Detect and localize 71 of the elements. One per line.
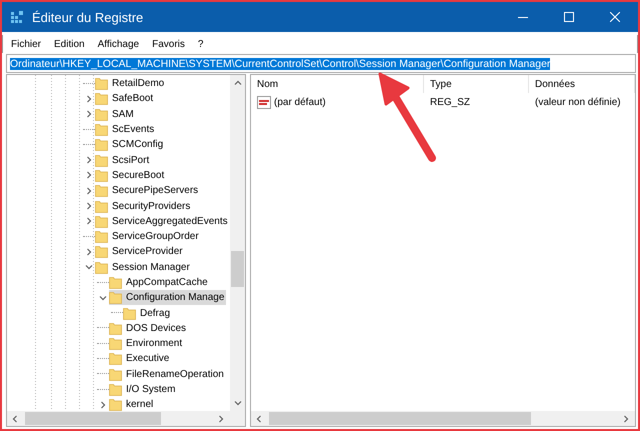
folder-icon	[95, 245, 108, 258]
tree-item[interactable]: SecurePipeServers	[95, 183, 200, 198]
tree-item[interactable]: kernel	[109, 397, 156, 411]
chevron-right-icon[interactable]	[99, 400, 107, 409]
tree-item[interactable]: SCMConfig	[95, 137, 166, 152]
tree-item[interactable]: I/O System	[109, 382, 178, 398]
scroll-left-icon[interactable]	[11, 414, 19, 422]
column-header[interactable]: Type	[424, 75, 529, 93]
close-icon	[610, 12, 620, 22]
menu-item[interactable]: Favoris	[152, 38, 185, 50]
folder-icon	[95, 123, 108, 136]
address-field[interactable]: Ordinateur\HKEY_LOCAL_MACHINE\SYSTEM\CurrentControlSet\Control\Session Manager\Configuration Manager	[6, 54, 636, 73]
folder-icon	[95, 184, 108, 198]
tree-item[interactable]: ServiceProvider	[95, 244, 185, 260]
tree-item[interactable]: RetailDemo	[95, 76, 166, 92]
value-name-cell: (par défaut)	[251, 96, 424, 108]
folder-icon	[109, 291, 122, 304]
tree-item[interactable]: ServiceGroupOrder	[95, 229, 201, 244]
folder-icon	[95, 138, 108, 152]
folder-icon	[109, 383, 122, 396]
window-title: Éditeur du Registre	[32, 10, 144, 24]
menu-item[interactable]: Edition	[54, 38, 85, 50]
value-type-cell-text: REG_SZ	[429, 96, 472, 108]
tree-item[interactable]: Session Manager	[95, 260, 192, 275]
tree-item[interactable]: DOS Devices	[109, 320, 188, 336]
scroll-up-icon[interactable]	[234, 79, 242, 87]
folder-icon	[95, 92, 108, 106]
scroll-right-icon[interactable]	[622, 414, 630, 422]
maximize-icon	[564, 12, 574, 22]
scroll-right-icon[interactable]	[217, 414, 225, 422]
tree-item[interactable]: SecurityProviders	[95, 198, 192, 214]
folder-icon	[95, 230, 108, 244]
folder-icon	[109, 337, 122, 350]
tree-item[interactable]: Executive	[109, 351, 172, 366]
scrollbar-thumb[interactable]	[231, 251, 244, 287]
string-value-icon	[257, 96, 271, 108]
folder-icon	[109, 322, 122, 335]
folder-icon	[95, 168, 108, 182]
folder-icon	[95, 214, 108, 228]
value-data-cell-text: (valeur non définie)	[534, 96, 622, 108]
scroll-down-icon[interactable]	[234, 399, 242, 407]
registry-icon	[10, 10, 24, 24]
menu-item[interactable]: Fichier	[11, 38, 42, 50]
tree-item[interactable]: ServiceAggregatedEvents	[95, 214, 230, 229]
scroll-left-icon[interactable]	[255, 414, 263, 422]
chevron-right-icon[interactable]	[85, 248, 93, 256]
folder-icon	[109, 352, 122, 366]
folder-icon	[95, 108, 108, 121]
scrollbar-thumb[interactable]	[25, 412, 161, 425]
folder-icon	[95, 200, 108, 213]
scrollbar-thumb[interactable]	[269, 412, 531, 425]
tree-item[interactable]: ScEvents	[95, 122, 156, 138]
tree-item[interactable]: Defrag	[123, 306, 172, 321]
column-header[interactable]: Données	[529, 75, 635, 93]
tree-item[interactable]: FileRenameOperation	[109, 366, 226, 382]
folder-icon	[123, 306, 136, 320]
tree-item[interactable]: SecureBoot	[95, 168, 166, 183]
chevron-down-icon[interactable]	[99, 294, 107, 302]
tree-item[interactable]: SafeBoot	[95, 91, 156, 106]
folder-icon	[95, 260, 108, 274]
folder-icon	[109, 368, 122, 381]
menu-item[interactable]: ?	[198, 38, 204, 50]
tree-item[interactable]: Environment	[109, 336, 184, 352]
tree-item[interactable]: ScsiPort	[95, 152, 152, 168]
tree-item[interactable]: AppCompatCache	[109, 275, 210, 290]
menu-item[interactable]: Affichage	[98, 38, 140, 50]
folder-icon	[95, 77, 108, 90]
chevron-down-icon[interactable]	[85, 263, 93, 272]
tree-item[interactable]: SAM	[95, 106, 136, 122]
folder-icon	[95, 154, 108, 167]
tree-item[interactable]: Configuration Manage	[109, 290, 226, 306]
